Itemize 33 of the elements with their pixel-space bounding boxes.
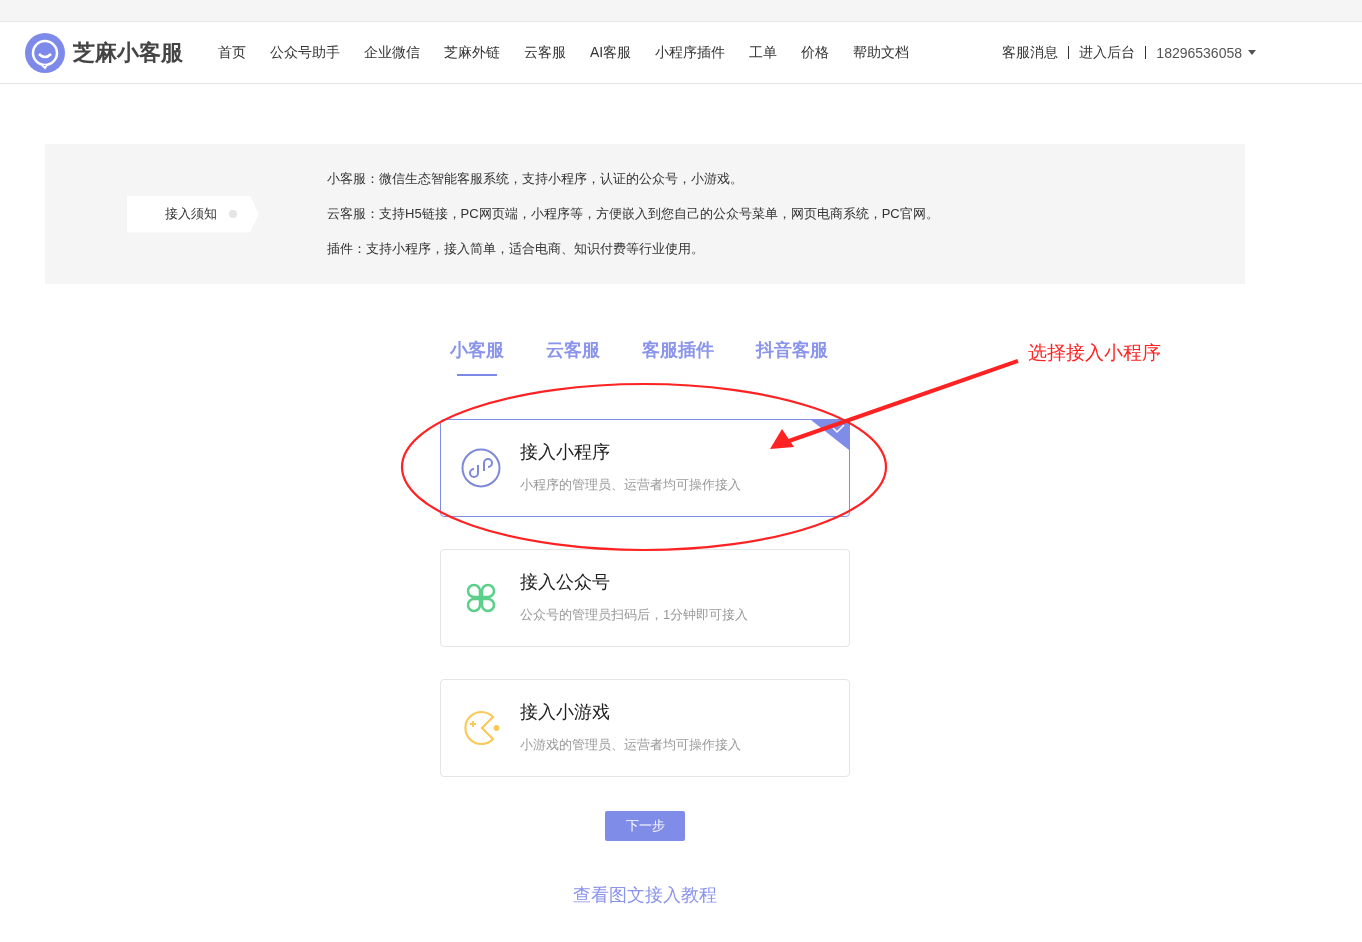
user-menu[interactable]: 18296536058 bbox=[1156, 44, 1256, 61]
nav-link[interactable]: 首页 bbox=[218, 43, 246, 62]
pacman-icon bbox=[461, 708, 501, 748]
nav-link[interactable]: 云客服 bbox=[524, 43, 566, 62]
option-card[interactable]: 接入公众号 公众号的管理员扫码后，1分钟即可接入 bbox=[440, 549, 850, 647]
nav-link[interactable]: 价格 bbox=[801, 43, 830, 62]
option-title: 接入小游戏 bbox=[520, 701, 611, 724]
option-title: 接入小程序 bbox=[520, 441, 611, 464]
option-title: 接入公众号 bbox=[520, 571, 611, 594]
nav-link[interactable]: 工单 bbox=[749, 43, 778, 62]
notice-label: 接入须知 bbox=[127, 195, 259, 233]
option-description: 小程序的管理员、运营者均可操作接入 bbox=[520, 476, 741, 494]
notice-text: 插件：支持小程序，接入简单，适合电商、知识付费等行业使用。 bbox=[327, 240, 705, 258]
nav-link[interactable]: 小程序插件 bbox=[655, 43, 726, 62]
caret-icon bbox=[1248, 50, 1256, 55]
header-link[interactable]: 进入后台 bbox=[1079, 43, 1136, 62]
brand-name: 芝麻小客服 bbox=[73, 38, 183, 67]
option-card[interactable]: 接入小程序 小程序的管理员、运营者均可操作接入 bbox=[440, 419, 850, 517]
logo-icon bbox=[25, 32, 65, 73]
header-link[interactable]: 客服消息 bbox=[1002, 43, 1059, 62]
check-corner-icon bbox=[811, 420, 849, 450]
option-description: 小游戏的管理员、运营者均可操作接入 bbox=[520, 736, 741, 754]
nav-link[interactable]: 帮助文档 bbox=[853, 43, 910, 62]
option-card[interactable]: 接入小游戏 小游戏的管理员、运营者均可操作接入 bbox=[440, 679, 850, 777]
nav-link[interactable]: 企业微信 bbox=[364, 43, 420, 62]
annotation-text: 选择接入小程序 bbox=[1028, 341, 1161, 365]
nav-link[interactable]: AI客服 bbox=[590, 43, 632, 62]
link-circle-icon bbox=[461, 448, 501, 488]
notice-text: 小客服：微信生态智能客服系统，支持小程序，认证的公众号，小游戏。 bbox=[327, 170, 744, 188]
option-description: 公众号的管理员扫码后，1分钟即可接入 bbox=[520, 606, 749, 624]
nav-link[interactable]: 公众号助手 bbox=[270, 43, 340, 62]
nav-link[interactable]: 芝麻外链 bbox=[444, 43, 500, 62]
notice-text: 云客服：支持H5链接，PC网页端，小程序等，方便嵌入到您自己的公众号菜单，网页电商系统，PC官网。 bbox=[327, 205, 939, 223]
